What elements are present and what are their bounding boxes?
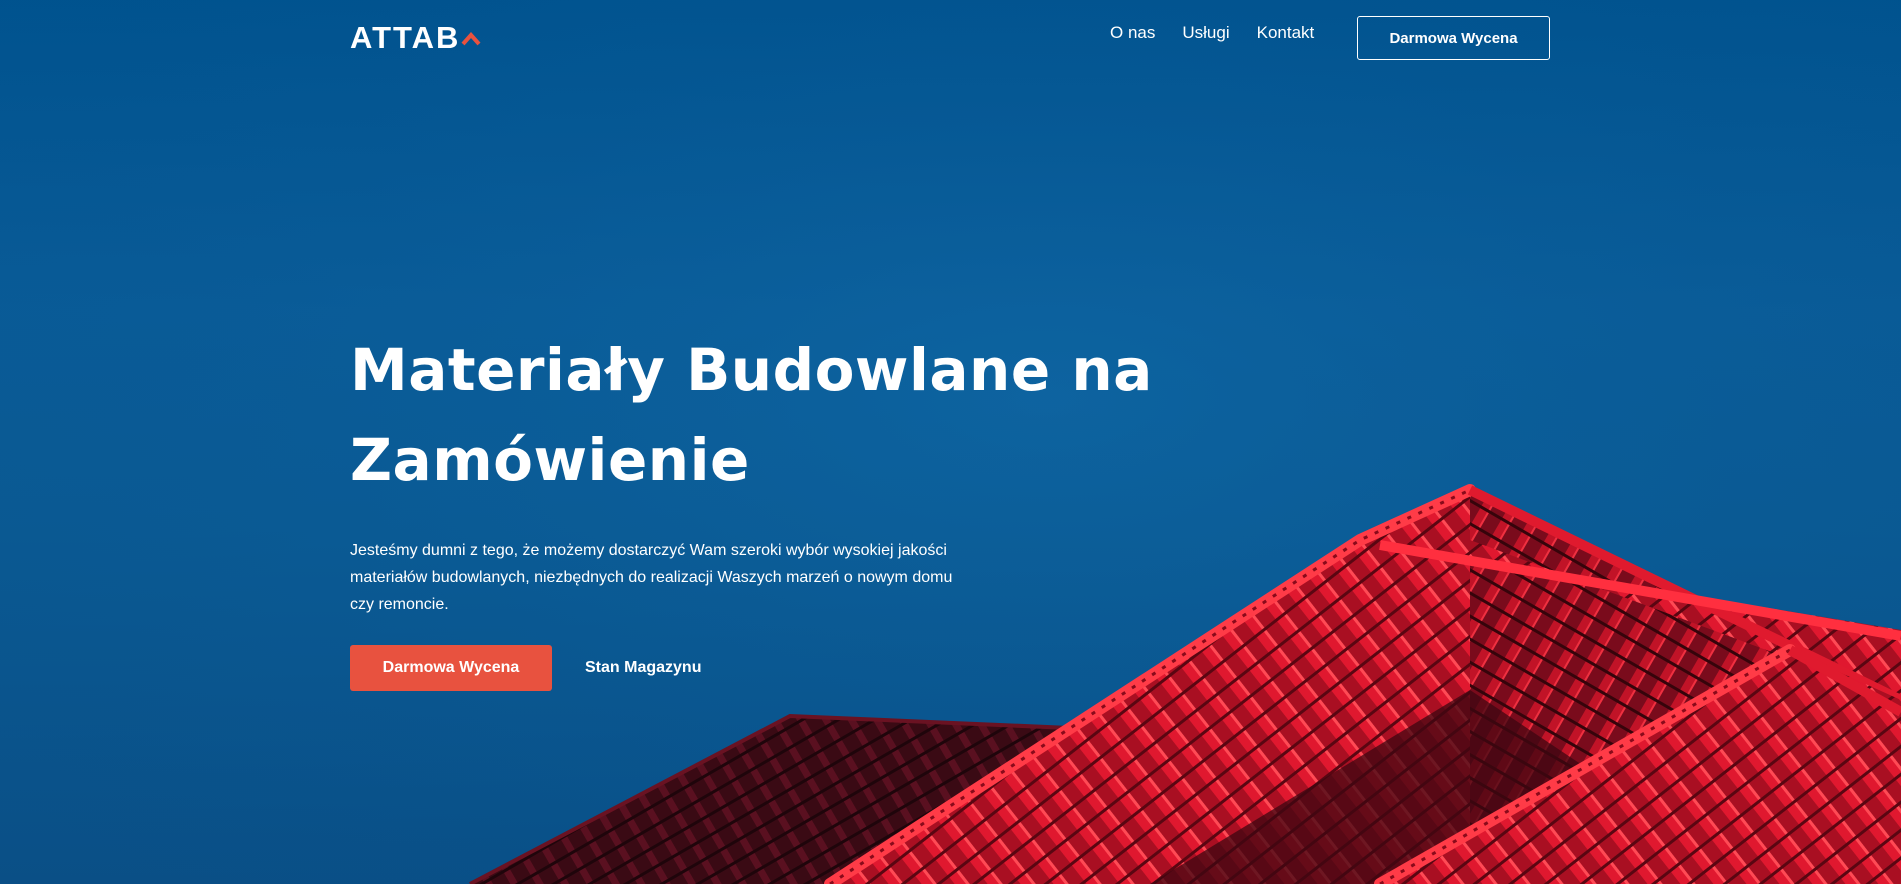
hero-free-quote-button[interactable]: Darmowa Wycena: [350, 645, 552, 691]
nav-link-kontakt[interactable]: Kontakt: [1257, 20, 1315, 46]
hero-actions: Darmowa Wycena Stan Magazynu: [350, 645, 701, 691]
hero-description: Jesteśmy dumni z tego, że możemy dostarc…: [350, 542, 953, 613]
top-navigation: ATTAB O nas Usługi Kontakt Darmowa Wycen…: [0, 0, 1901, 76]
nav-link-uslugi[interactable]: Usługi: [1182, 20, 1229, 46]
brand-name: ATTAB: [350, 20, 461, 55]
nav-links: O nas Usługi Kontakt: [1110, 20, 1341, 46]
hero-title: Materiały Budowlane na Zamówienie: [350, 336, 1153, 494]
hero-content: Materiały Budowlane na Zamówienie Jesteś…: [350, 325, 1250, 618]
hero-section: ATTAB O nas Usługi Kontakt Darmowa Wycen…: [0, 0, 1901, 884]
nav-free-quote-button[interactable]: Darmowa Wycena: [1357, 16, 1550, 60]
stock-status-link[interactable]: Stan Magazynu: [585, 659, 701, 677]
nav-link-o-nas[interactable]: O nas: [1110, 20, 1155, 46]
brand-logo[interactable]: ATTAB: [350, 16, 481, 60]
caret-up-icon: [461, 14, 481, 46]
